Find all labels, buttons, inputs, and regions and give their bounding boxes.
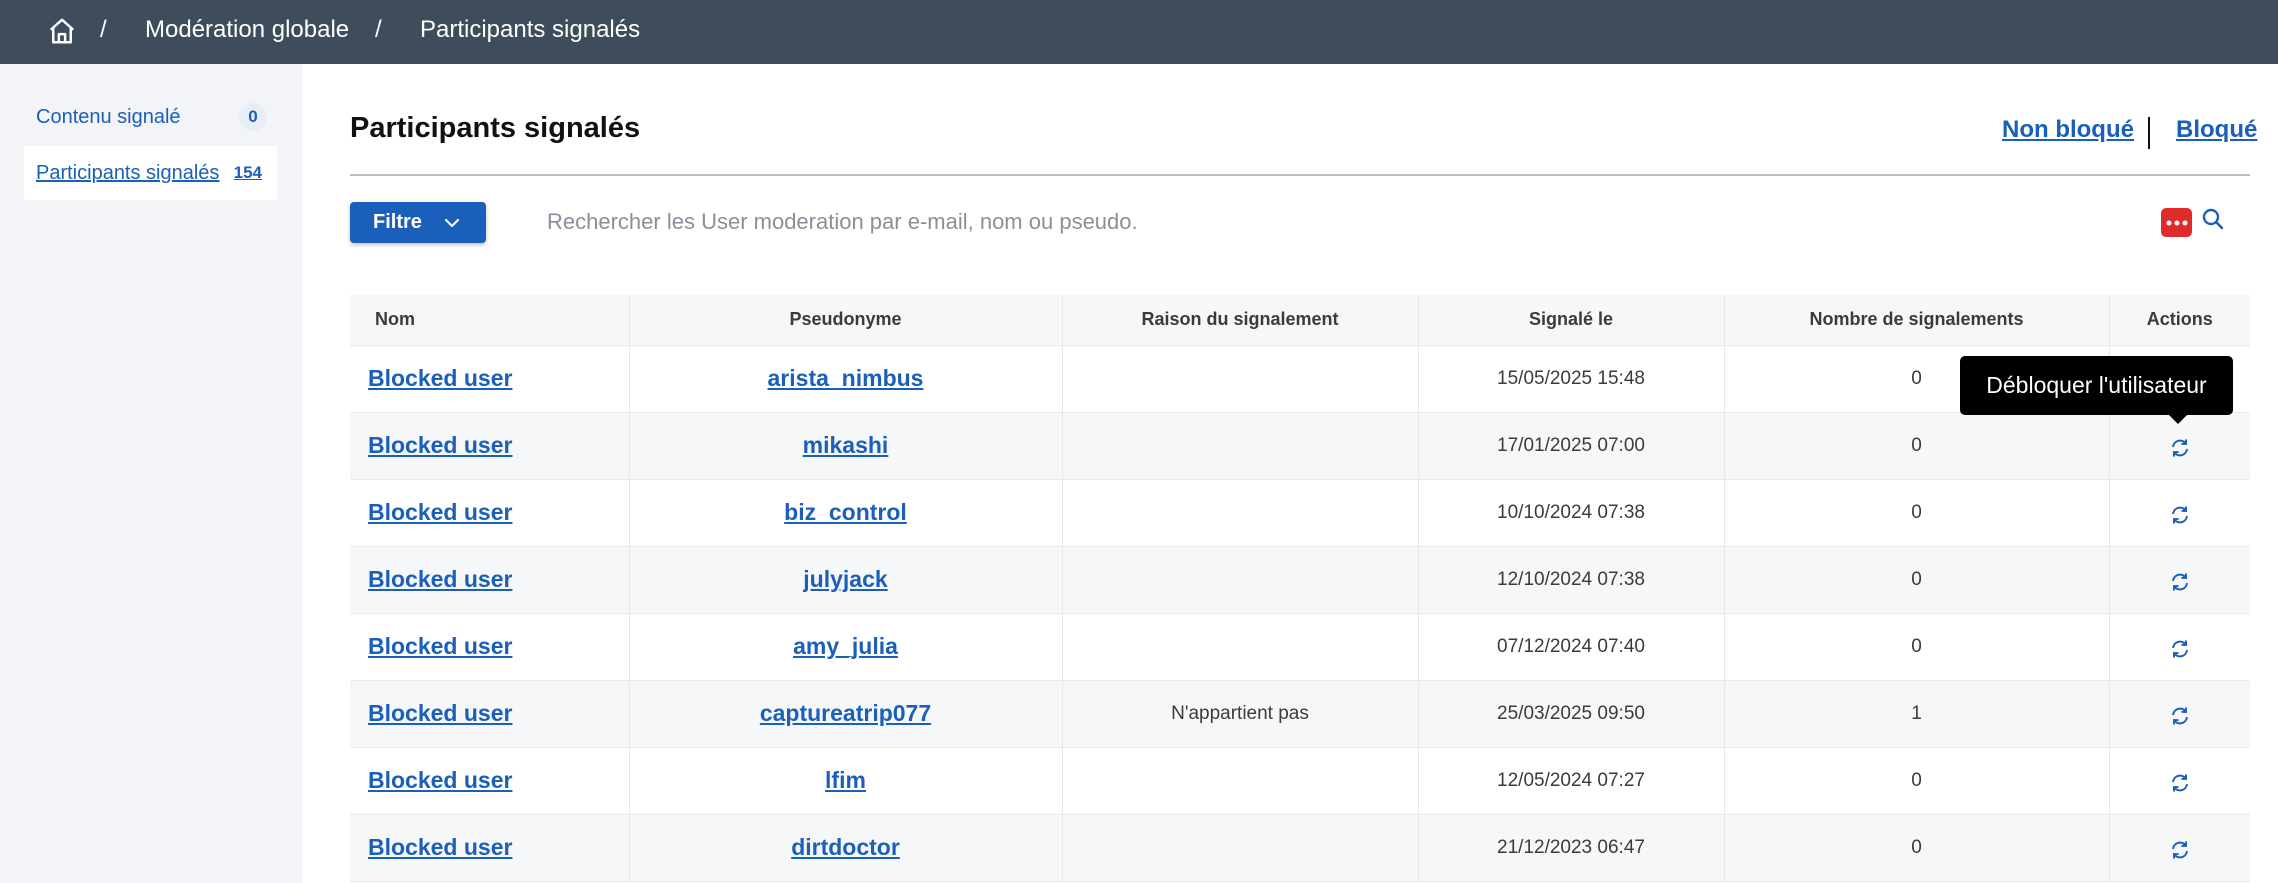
user-nickname-link[interactable]: captureatrip077 — [760, 700, 931, 726]
user-name-link[interactable]: Blocked user — [368, 365, 512, 391]
report-reason — [1062, 345, 1419, 413]
refresh-icon[interactable] — [2169, 437, 2191, 459]
user-name-link[interactable]: Blocked user — [368, 633, 512, 659]
user-nickname-link[interactable]: amy_julia — [793, 633, 898, 659]
blocked-link[interactable]: Bloqué — [2176, 116, 2257, 144]
user-name-link[interactable]: Blocked user — [368, 566, 512, 592]
reported-at: 12/10/2024 07:38 — [1418, 546, 1725, 614]
non-blocked-link[interactable]: Non bloqué — [2002, 116, 2134, 144]
refresh-icon[interactable] — [2169, 571, 2191, 593]
report-reason — [1062, 613, 1419, 681]
reported-at: 07/12/2024 07:40 — [1418, 613, 1725, 681]
table-row: Blocked user captureatrip077 N'appartien… — [350, 680, 2250, 748]
user-name-link[interactable]: Blocked user — [368, 432, 512, 458]
count-badge: 0 — [239, 103, 267, 131]
user-name-link[interactable]: Blocked user — [368, 834, 512, 860]
sidebar-item-reported-content[interactable]: Contenu signalé 0 — [24, 90, 277, 144]
report-reason — [1062, 412, 1419, 480]
user-name-link[interactable]: Blocked user — [368, 700, 512, 726]
refresh-icon[interactable] — [2169, 705, 2191, 727]
column-header-report-count[interactable]: Nombre de signalements — [1724, 295, 2110, 346]
refresh-icon[interactable] — [2169, 772, 2191, 794]
reported-at: 15/05/2025 15:48 — [1418, 345, 1725, 413]
user-nickname-link[interactable]: biz_control — [784, 499, 907, 525]
user-nickname-link[interactable]: arista_nimbus — [768, 365, 924, 391]
user-nickname-link[interactable]: julyjack — [803, 566, 887, 592]
user-nickname-link[interactable]: dirtdoctor — [791, 834, 900, 860]
sidebar-item-reported-participants[interactable]: Participants signalés 154 — [24, 146, 277, 200]
extension-icon[interactable] — [2161, 208, 2192, 237]
reported-at: 17/01/2025 07:00 — [1418, 412, 1725, 480]
top-bar: / Modération globale / Participants sign… — [0, 0, 2278, 64]
filter-button[interactable]: Filtre — [350, 202, 486, 243]
column-header-nickname[interactable]: Pseudonyme — [629, 295, 1063, 346]
page-title: Participants signalés — [350, 112, 641, 144]
table-row: Blocked user julyjack 12/10/2024 07:38 0 — [350, 546, 2250, 614]
actions-cell — [2109, 546, 2250, 614]
tooltip-arrow — [2168, 414, 2188, 424]
reported-at: 21/12/2023 06:47 — [1418, 814, 1725, 882]
table-row: Blocked user lfim 12/05/2024 07:27 0 — [350, 747, 2250, 815]
column-header-reported-at[interactable]: Signalé le — [1418, 295, 1725, 346]
user-nickname-link[interactable]: lfim — [825, 767, 866, 793]
column-header-reason[interactable]: Raison du signalement — [1062, 295, 1419, 346]
report-count: 0 — [1724, 814, 2110, 882]
breadcrumb-separator: / — [100, 16, 107, 43]
search-icon[interactable] — [2201, 207, 2225, 231]
actions-cell — [2109, 814, 2250, 882]
breadcrumb-current: Participants signalés — [420, 16, 641, 43]
column-header-name[interactable]: Nom — [350, 295, 630, 346]
table-row: Blocked user amy_julia 07/12/2024 07:40 … — [350, 613, 2250, 681]
home-icon[interactable] — [47, 16, 77, 46]
filter-button-label: Filtre — [373, 211, 422, 233]
dots-icon — [2166, 220, 2187, 225]
sidebar-item-label: Contenu signalé — [36, 105, 181, 128]
report-reason — [1062, 479, 1419, 547]
actions-cell — [2109, 747, 2250, 815]
actions-cell — [2109, 680, 2250, 748]
breadcrumb-moderation-globale[interactable]: Modération globale — [145, 16, 349, 44]
reported-at: 10/10/2024 07:38 — [1418, 479, 1725, 547]
sidebar: Contenu signalé 0 Participants signalés … — [0, 64, 302, 883]
sidebar-item-label: Participants signalés — [36, 161, 220, 184]
reported-at: 25/03/2025 09:50 — [1418, 680, 1725, 748]
reported-at: 12/05/2024 07:27 — [1418, 747, 1725, 815]
search-input[interactable] — [530, 200, 2130, 244]
report-count: 0 — [1724, 479, 2110, 547]
report-count: 0 — [1724, 546, 2110, 614]
table-header-row: Nom Pseudonyme Raison du signalement Sig… — [350, 295, 2250, 346]
report-reason: N'appartient pas — [1062, 680, 1419, 748]
report-reason — [1062, 814, 1419, 882]
user-nickname-link[interactable]: mikashi — [803, 432, 889, 458]
chevron-down-icon — [444, 218, 460, 228]
count-badge: 154 — [228, 159, 267, 187]
report-reason — [1062, 546, 1419, 614]
actions-cell — [2109, 613, 2250, 681]
unblock-tooltip: Débloquer l'utilisateur — [1960, 356, 2233, 415]
report-count: 0 — [1724, 747, 2110, 815]
report-count: 0 — [1724, 613, 2110, 681]
table-row: Blocked user biz_control 10/10/2024 07:3… — [350, 479, 2250, 547]
refresh-icon[interactable] — [2169, 638, 2191, 660]
breadcrumb-separator: / — [375, 16, 382, 43]
refresh-icon[interactable] — [2169, 504, 2191, 526]
divider — [2148, 117, 2150, 149]
report-reason — [1062, 747, 1419, 815]
table-row: Blocked user mikashi 17/01/2025 07:00 0 — [350, 412, 2250, 480]
user-name-link[interactable]: Blocked user — [368, 767, 512, 793]
report-count: 0 — [1724, 412, 2110, 480]
refresh-icon[interactable] — [2169, 839, 2191, 861]
divider — [350, 174, 2250, 176]
table-row: Blocked user dirtdoctor 21/12/2023 06:47… — [350, 814, 2250, 882]
column-header-actions: Actions — [2109, 295, 2250, 346]
user-name-link[interactable]: Blocked user — [368, 499, 512, 525]
actions-cell — [2109, 479, 2250, 547]
report-count: 1 — [1724, 680, 2110, 748]
